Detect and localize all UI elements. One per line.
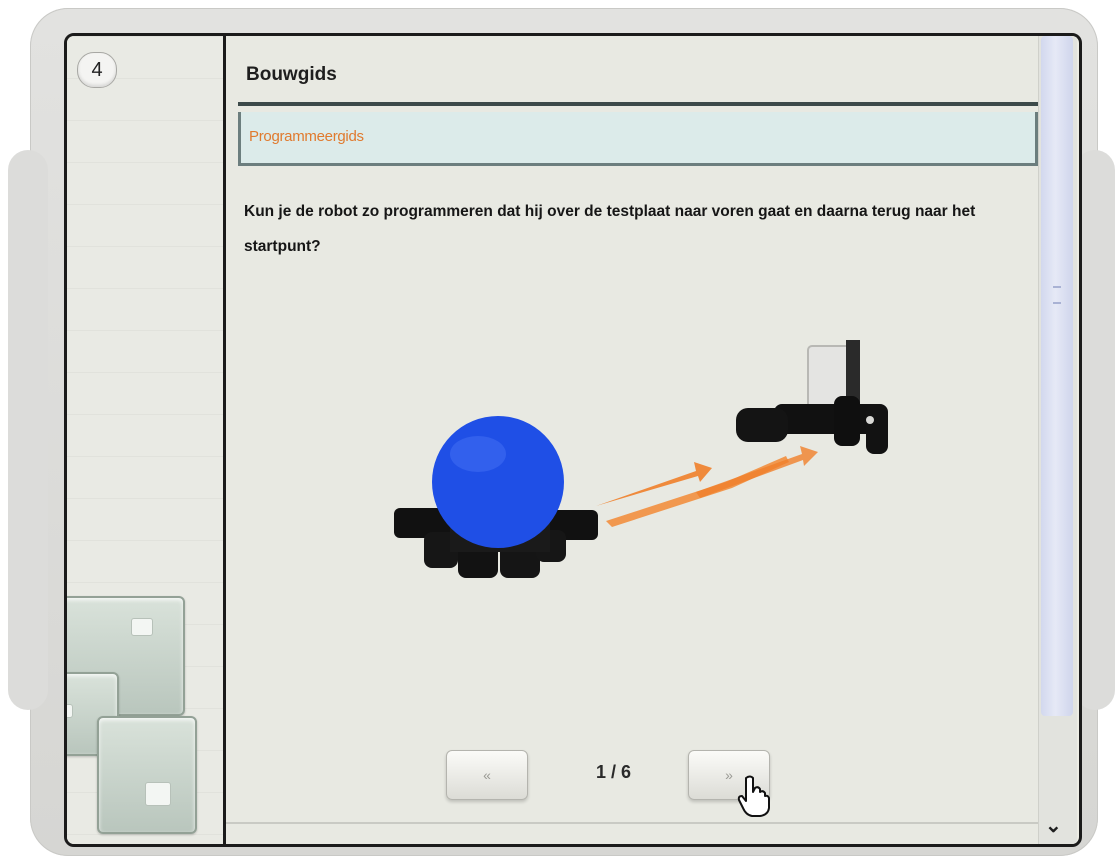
tile-mark-icon: [145, 782, 171, 806]
tile-mark-icon: [131, 618, 153, 636]
motion-arrows-icon: [596, 446, 818, 527]
page-navigation: « 1 / 6 »: [226, 746, 1038, 817]
panel-tile-bottom[interactable]: [97, 716, 197, 834]
step-number-badge[interactable]: 4: [77, 52, 117, 88]
building-guide-window: 4 Bouwgids Programmeergids Kun je de rob…: [64, 33, 1082, 847]
question-text: Kun je de robot zo programmeren dat hij …: [244, 203, 976, 255]
vertical-scrollbar[interactable]: ⌄: [1038, 36, 1077, 844]
section-header: Programmeergids: [238, 112, 1038, 166]
chevron-down-icon[interactable]: ⌄: [1045, 813, 1062, 838]
robot-car-icon: [736, 340, 888, 454]
page-title: Bouwgids: [246, 64, 337, 85]
scroll-thumb[interactable]: [1041, 36, 1073, 716]
title-divider: [238, 102, 1038, 106]
previous-page-button[interactable]: «: [446, 750, 528, 800]
scroll-grip-icon: [1053, 286, 1061, 304]
page-indicator: 1 / 6: [596, 762, 632, 782]
frame-edge-left: [8, 150, 48, 710]
left-panel: 4: [67, 36, 226, 844]
tile-mark-icon: [67, 704, 73, 718]
section-header-label: Programmeergids: [249, 128, 364, 145]
bottom-divider: [226, 822, 1038, 824]
main-content: Bouwgids Programmeergids Kun je de robot…: [226, 36, 1038, 844]
robot-illustration: [394, 340, 888, 578]
hand-pointer-icon: [737, 775, 770, 817]
ball-robot-icon: [394, 416, 598, 578]
